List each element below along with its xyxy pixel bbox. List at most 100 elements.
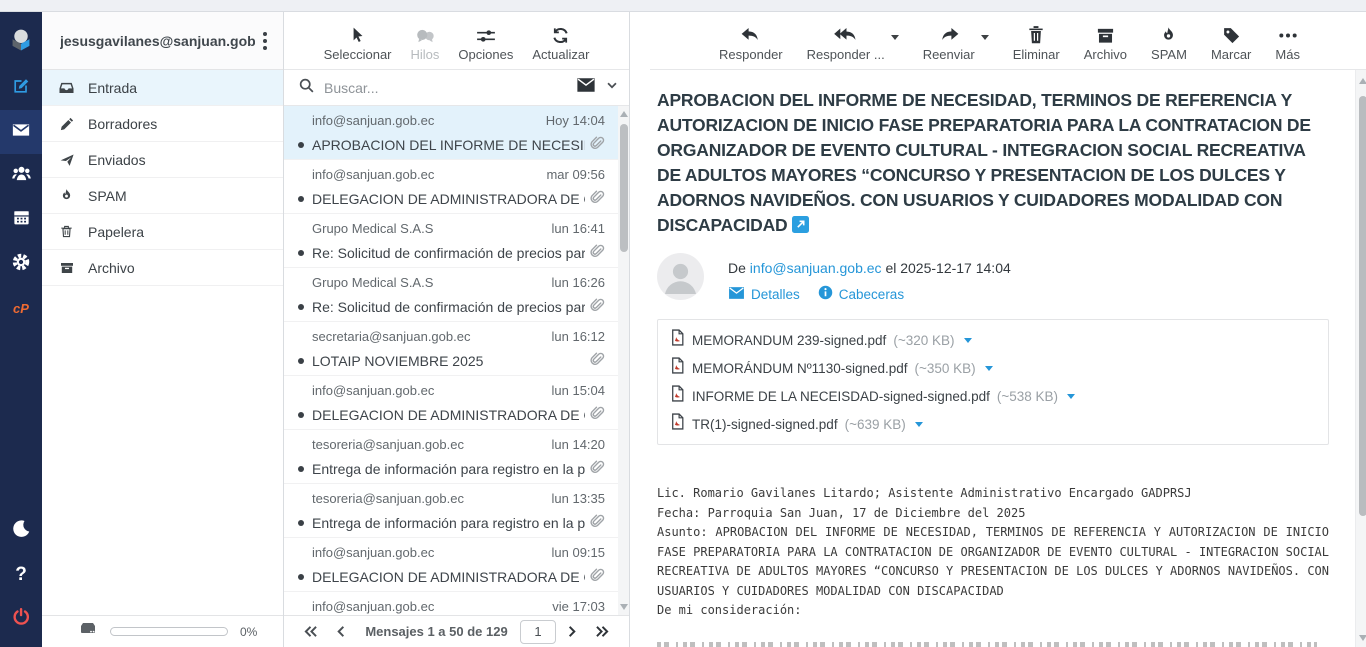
list-item[interactable]: secretaria@sanjuan.gob.eclun 16:12 LOTAI… [284,322,629,376]
list-item[interactable]: info@sanjuan.gob.ecvie 17:03 [284,592,629,615]
list-item[interactable]: info@sanjuan.gob.eclun 09:15 DELEGACION … [284,538,629,592]
list-item[interactable]: tesoreria@sanjuan.gob.eclun 13:35 Entreg… [284,484,629,538]
message-subject: APROBACION DEL INFORME DE NECESIDA... [312,137,585,153]
info-circle-icon [818,285,833,303]
ellipsis-icon [1278,23,1298,45]
prev-page-button[interactable] [329,625,353,638]
attachment-name[interactable]: INFORME DE LA NECEISDAD-signed-signed.pd… [692,389,990,404]
mark-button[interactable]: Marcar [1211,23,1251,62]
spam-button[interactable]: SPAM [1151,23,1187,62]
attachment-name[interactable]: MEMORANDUM 239-signed.pdf [692,333,886,348]
attachment-name[interactable]: TR(1)-signed-signed.pdf [692,417,838,432]
message-date: Hoy 14:04 [546,113,605,128]
power-icon [11,607,31,632]
first-page-button[interactable] [296,625,325,638]
sliders-icon [476,25,496,45]
sidebar-item-archivo[interactable]: Archivo [42,250,283,286]
account-email: jesusgavilanes@sanjuan.gob.... [60,33,255,49]
headers-link[interactable]: Cabeceras [818,285,904,303]
reply-button[interactable]: Responder [719,23,783,62]
dark-mode-button[interactable] [0,509,42,553]
attachments-box: MEMORANDUM 239-signed.pdf (~320 KB) MEMO… [657,319,1329,445]
scroll-up-icon[interactable] [620,111,628,117]
unread-dot [298,466,304,472]
tag-icon [1222,23,1241,45]
list-item[interactable]: tesoreria@sanjuan.gob.eclun 14:20 Entreg… [284,430,629,484]
reading-pane-scrollbar[interactable] [1355,70,1366,647]
sidebar-item-label: Enviados [88,152,146,168]
list-item[interactable]: Grupo Medical S.A.Slun 16:26 Re: Solicit… [284,268,629,322]
list-item[interactable]: info@sanjuan.gob.ecHoy 14:04 APROBACION … [284,106,629,160]
unread-dot [298,250,304,256]
attachment-name[interactable]: MEMORÁNDUM Nº1130-signed.pdf [692,361,908,376]
last-page-button[interactable] [588,625,617,638]
account-menu-button[interactable] [255,28,275,54]
options-button[interactable]: Opciones [458,25,513,62]
sidebar-item-papelera[interactable]: Papelera [42,214,283,250]
calendar-icon [12,208,31,232]
attachment-item: TR(1)-signed-signed.pdf (~639 KB) [670,410,1316,438]
more-button[interactable]: Más [1275,23,1300,62]
message-list: info@sanjuan.gob.ec Hoy 14:04 APROBACION … [284,106,629,615]
reply-all-menu-caret[interactable] [891,35,899,40]
logout-button[interactable] [0,597,42,641]
list-item[interactable]: info@sanjuan.gob.eclun 15:04 DELEGACION … [284,376,629,430]
external-link-icon[interactable] [792,215,809,240]
roundcube-logo-icon [0,12,42,66]
attachment-menu-caret[interactable] [1067,394,1075,399]
rail-mail-button[interactable] [0,110,42,154]
trash-icon [58,224,75,239]
search-input[interactable] [324,80,567,96]
window-top-strip [0,0,1366,12]
list-scrollbar[interactable] [618,106,629,615]
pdf-file-icon [670,357,685,379]
attachment-size: (~538 KB) [997,389,1058,404]
help-icon: ? [15,564,27,586]
sidebar-item-enviados[interactable]: Enviados [42,142,283,178]
forward-button[interactable]: Reenviar [923,23,989,62]
attachment-menu-caret[interactable] [964,338,972,343]
from-email-link[interactable]: info@sanjuan.gob.ec [750,260,882,276]
delete-button[interactable]: Eliminar [1013,23,1060,62]
archive-button[interactable]: Archivo [1084,23,1127,62]
help-button[interactable]: ? [0,553,42,597]
attachment-item: MEMORANDUM 239-signed.pdf (~320 KB) [670,326,972,354]
cursor-icon [349,25,366,45]
forward-menu-caret[interactable] [981,35,989,40]
scroll-down-icon[interactable] [620,604,628,610]
select-button[interactable]: Seleccionar [324,25,392,62]
attachment-menu-caret[interactable] [985,366,993,371]
quota-progress [110,627,228,636]
message-sender: info@sanjuan.gob.ec [312,167,434,182]
reading-scrollbar-thumb[interactable] [1359,96,1366,516]
pagination-summary: Mensajes 1 a 50 de 129 [357,624,516,639]
threads-button[interactable]: Hilos [411,25,440,62]
rail-calendar-button[interactable] [0,198,42,242]
sidebar-item-spam[interactable]: SPAM [42,178,283,214]
search-options-chevron-icon[interactable] [605,78,619,97]
list-item[interactable]: info@sanjuan.gob.ecmar 09:56 DELEGACION … [284,160,629,214]
rail-cpanel-button[interactable]: cP [0,286,42,330]
sidebar-item-borradores[interactable]: Borradores [42,106,283,142]
reply-all-button[interactable]: Responder ... [807,23,899,62]
list-item[interactable]: Grupo Medical S.A.Slun 16:41 Re: Solicit… [284,214,629,268]
attachment-menu-caret[interactable] [915,422,923,427]
rail-settings-button[interactable] [0,242,42,286]
details-link[interactable]: Detalles [728,286,800,303]
send-icon [58,152,75,168]
search-scope-envelope-icon[interactable] [576,77,596,98]
list-scrollbar-thumb[interactable] [620,124,628,252]
compose-button[interactable] [0,66,42,110]
chat-bubbles-icon [414,25,436,45]
pdf-file-icon [670,329,685,351]
message-date: lun 14:20 [552,437,606,452]
page-number-input[interactable] [520,620,556,644]
rail-contacts-button[interactable] [0,154,42,198]
refresh-button[interactable]: Actualizar [532,25,589,62]
unread-dot [298,574,304,580]
scroll-down-icon[interactable] [1359,635,1366,641]
sidebar-item-entrada[interactable]: Entrada [42,70,283,106]
unread-dot [298,520,304,526]
scroll-up-icon[interactable] [1359,78,1366,84]
next-page-button[interactable] [560,625,584,638]
